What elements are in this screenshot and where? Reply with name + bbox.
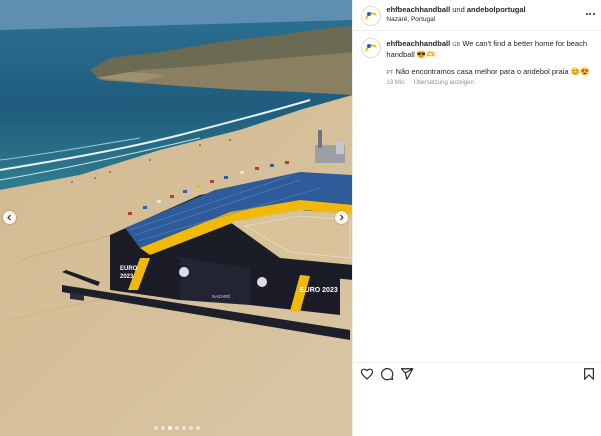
carousel-dot [181,426,186,430]
caption-text-pt: Não encontramos casa melhor para o andeb… [395,67,590,76]
more-options-icon[interactable] [584,9,596,19]
bookmark-icon [584,368,595,380]
carousel-prev-button[interactable] [3,211,16,224]
banner-euro-left: EURO [120,266,138,272]
post-side-panel: ehfbeachhandball und andebolportugal Naz… [352,0,601,436]
carousel-dot [167,426,172,430]
author-secondary-link[interactable]: andebolportugal [467,5,526,14]
carousel-dot [153,426,158,430]
ehf-logo-icon [362,7,381,25]
caption-meta: 13 Min. Übersetzung anzeigen [386,80,473,86]
comment-icon [381,368,394,381]
like-button[interactable] [360,367,374,381]
carousel-dot [188,426,193,430]
ehf-logo-icon [362,39,381,57]
share-button[interactable] [400,367,414,381]
carousel-dot [195,426,200,430]
caption-avatar[interactable] [361,38,382,58]
author-primary-link[interactable]: ehfbeachhandball [386,5,450,14]
carousel-dot [160,426,165,430]
caption-flag-pt: PT [386,70,394,76]
post-time: 13 Min. [386,80,407,86]
carousel-indicator [0,426,352,430]
post-authors: ehfbeachhandball und andebolportugal [386,5,525,14]
carousel-dot [174,426,179,430]
caption-username[interactable]: ehfbeachhandball [386,39,450,48]
paper-plane-icon [401,368,414,380]
caption-flag-en: GB [452,42,461,48]
post-header: ehfbeachhandball und andebolportugal Naz… [353,0,601,31]
caption-english: ehfbeachhandball GB We can't find a bett… [386,39,591,60]
authors-connector: und [452,5,465,14]
action-bar [353,362,601,385]
post-location[interactable]: Nazaré, Portugal [386,16,435,23]
chevron-right-icon [340,214,344,221]
translate-link[interactable]: Übersetzung anzeigen [414,80,474,86]
instagram-post: EURO 2023 EURO 2023 NAZARÉ ehfbeachhandb… [0,0,601,436]
beach-arena-photo: EURO 2023 EURO 2023 NAZARÉ [0,0,353,436]
author-avatar[interactable] [361,6,382,26]
heart-icon [361,368,374,380]
post-media[interactable]: EURO 2023 EURO 2023 NAZARÉ [0,0,353,436]
chevron-left-icon [7,214,11,221]
comment-button[interactable] [380,367,394,381]
banner-city: NAZARÉ [212,293,230,299]
save-button[interactable] [582,367,596,381]
caption-portuguese: PT Não encontramos casa melhor para o an… [386,67,591,78]
banner-euro-right: EURO 2023 [300,287,338,294]
carousel-next-button[interactable] [335,211,348,224]
svg-text:2023: 2023 [120,274,134,280]
